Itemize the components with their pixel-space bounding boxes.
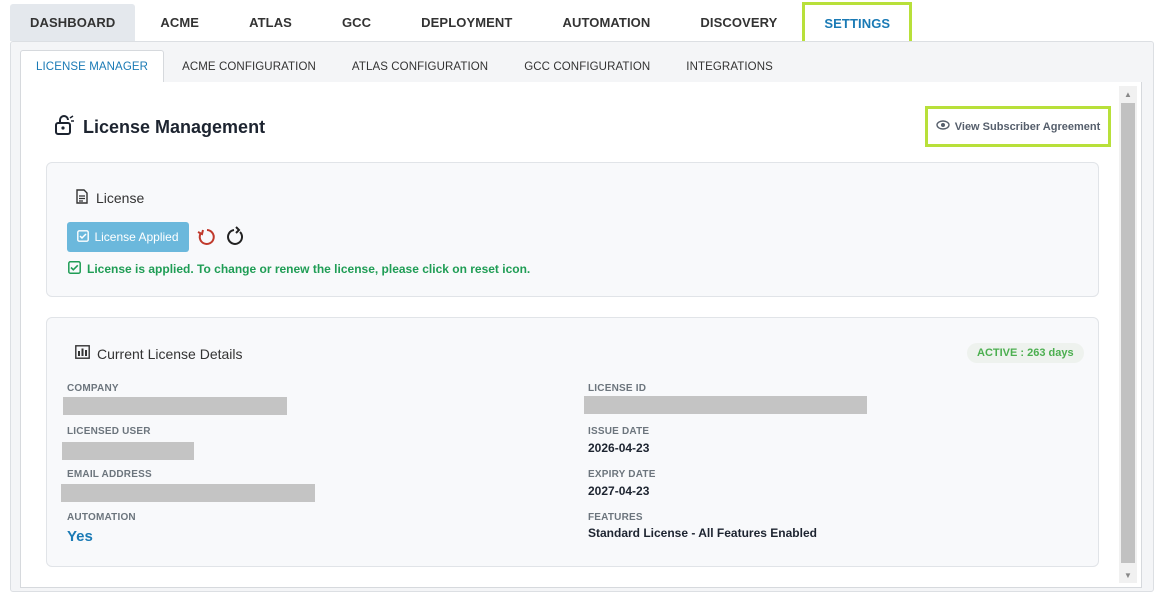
issue-date-value: 2026-04-23 [588,441,650,455]
settings-sub-tabs: LICENSE MANAGER ACME CONFIGURATION ATLAS… [20,50,791,83]
email-address-value-redacted [61,484,315,502]
license-details-title: Current License Details [97,345,243,362]
license-id-label: LICENSE ID [588,383,647,394]
features-label: FEATURES [588,512,643,523]
company-value-redacted [63,397,287,415]
company-label: COMPANY [67,383,119,394]
scroll-thumb[interactable] [1121,103,1135,563]
reload-icon[interactable] [224,226,246,248]
subtab-gcc-configuration[interactable]: GCC CONFIGURATION [506,50,668,83]
chart-icon [75,345,90,362]
subtab-atlas-configuration[interactable]: ATLAS CONFIGURATION [334,50,506,83]
subtab-license-manager[interactable]: LICENSE MANAGER [20,50,165,83]
page-header: License Management [53,114,265,141]
view-subscriber-agreement-button[interactable]: View Subscriber Agreement [925,106,1111,147]
scroll-down-arrow-icon[interactable]: ▼ [1119,567,1137,583]
automation-value: Yes [67,528,93,545]
licensed-user-label: LICENSED USER [67,426,151,437]
license-status-badge: ACTIVE : 263 days [967,343,1084,363]
automation-label: AUTOMATION [67,512,136,523]
tab-dashboard[interactable]: DASHBOARD [10,4,136,41]
eye-icon [936,120,950,133]
subtab-acme-configuration[interactable]: ACME CONFIGURATION [164,50,334,83]
tab-automation[interactable]: AUTOMATION [537,4,675,41]
license-applied-label: License Applied [94,230,179,244]
tab-acme[interactable]: ACME [135,4,224,41]
tab-discovery[interactable]: DISCOVERY [675,4,802,41]
page-title: License Management [83,117,266,137]
check-square-icon [68,261,81,277]
tab-settings[interactable]: SETTINGS [802,2,913,44]
tab-deployment[interactable]: DEPLOYMENT [396,4,537,41]
subtab-integrations[interactable]: INTEGRATIONS [668,50,791,83]
email-address-label: EMAIL ADDRESS [67,469,152,480]
tab-gcc[interactable]: GCC [317,4,396,41]
issue-date-label: ISSUE DATE [588,426,650,437]
licensed-user-value-redacted [62,442,194,460]
document-icon [75,189,89,207]
license-applied-text: License is applied. To change or renew t… [87,262,531,276]
license-card-title: License [96,190,145,206]
expiry-date-value: 2027-04-23 [588,484,650,498]
expiry-date-label: EXPIRY DATE [588,469,656,480]
license-details-header: Current License Details [75,345,243,362]
license-applied-message: License is applied. To change or renew t… [68,261,530,277]
scroll-up-arrow-icon[interactable]: ▲ [1119,86,1137,102]
tab-atlas[interactable]: ATLAS [224,4,317,41]
features-value: Standard License - All Features Enabled [588,526,817,540]
reset-license-icon[interactable] [196,226,218,248]
vertical-scrollbar[interactable]: ▲ ▼ [1119,86,1137,583]
checkbox-checked-icon [77,229,90,245]
license-applied-button[interactable]: License Applied [67,222,189,252]
unlock-icon [53,114,75,141]
main-nav-tabs: DASHBOARD ACME ATLAS GCC DEPLOYMENT AUTO… [10,2,913,44]
agreement-label: View Subscriber Agreement [954,120,1101,133]
license-card-header: License [75,189,144,207]
license-id-value-redacted [584,396,867,414]
